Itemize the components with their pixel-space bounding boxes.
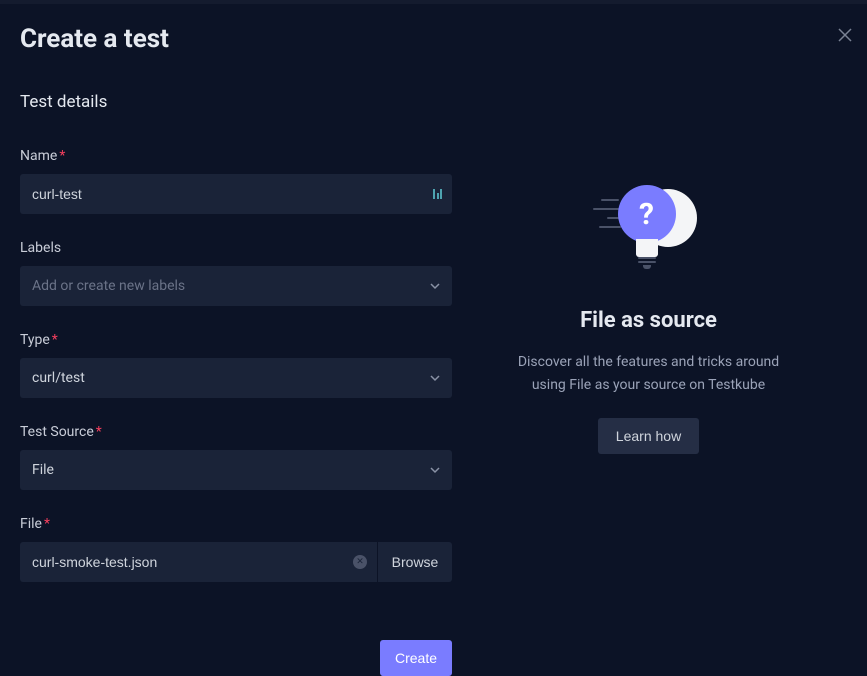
name-label: Name* (20, 148, 440, 164)
type-label: Type* (20, 332, 440, 348)
chevron-down-icon (430, 465, 440, 475)
clear-file-icon[interactable]: ✕ (353, 555, 367, 569)
create-button[interactable]: Create (380, 640, 452, 676)
file-label: File* (20, 516, 440, 532)
chevron-down-icon (430, 373, 440, 383)
input-helper-icon (433, 189, 442, 199)
test-source-label: Test Source* (20, 424, 440, 440)
name-input[interactable] (20, 174, 452, 214)
learn-how-button[interactable]: Learn how (598, 418, 699, 454)
form-panel: Create a test Test details Name* Labels (0, 4, 460, 675)
lightbulb-icon: ? (594, 185, 704, 280)
labels-select[interactable]: Add or create new labels (20, 266, 452, 306)
info-title: File as source (580, 308, 717, 333)
browse-button[interactable]: Browse (378, 542, 452, 582)
type-select[interactable]: curl/test (20, 358, 452, 398)
chevron-down-icon (430, 281, 440, 291)
test-source-select[interactable]: File (20, 450, 452, 490)
labels-label: Labels (20, 240, 440, 256)
info-panel: ? File as source Discover all the featur… (460, 4, 867, 675)
section-title: Test details (20, 92, 440, 112)
file-input[interactable] (20, 542, 377, 582)
modal-title: Create a test (20, 24, 440, 54)
info-description: Discover all the features and tricks aro… (509, 351, 789, 396)
close-icon[interactable] (837, 26, 853, 46)
